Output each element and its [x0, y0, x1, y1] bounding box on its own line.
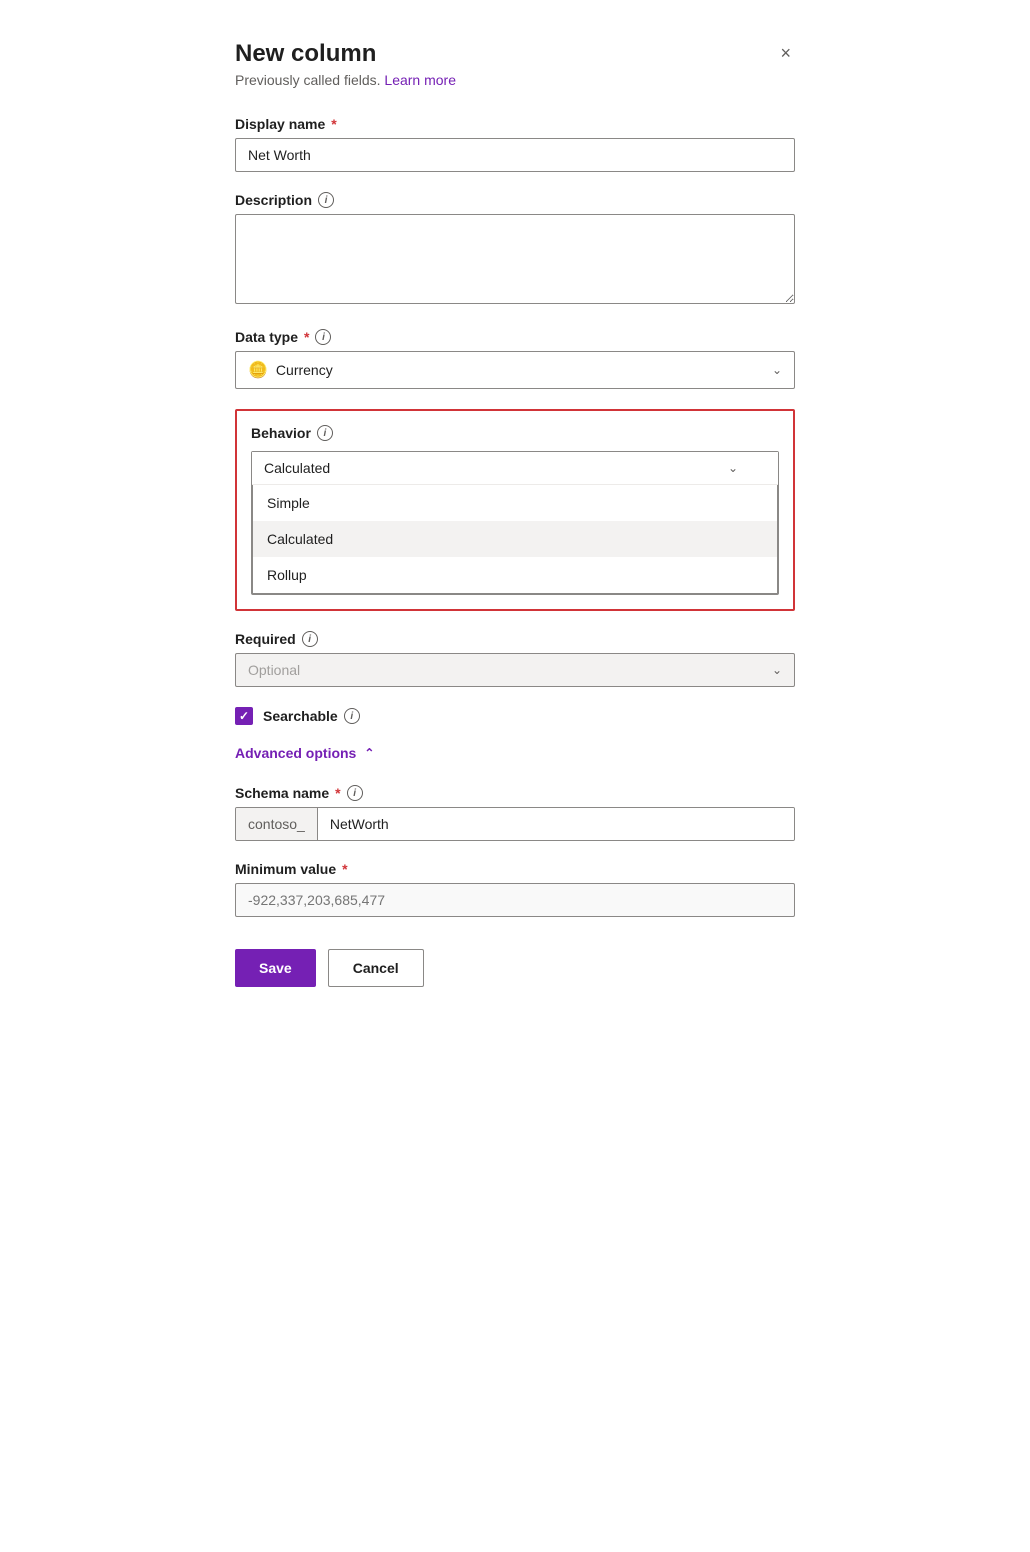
behavior-options-list: Simple Calculated Rollup: [252, 485, 778, 594]
required-label: Required i: [235, 631, 795, 647]
advanced-options-toggle[interactable]: Advanced options ⌃: [235, 745, 374, 761]
behavior-selected-display[interactable]: Calculated ⌄: [252, 452, 778, 485]
schema-prefix: contoso_: [236, 808, 318, 840]
schema-name-input[interactable]: [318, 808, 794, 840]
learn-more-link[interactable]: Learn more: [384, 72, 456, 88]
description-input[interactable]: [235, 214, 795, 304]
data-type-chevron: ⌄: [772, 363, 782, 377]
searchable-group: ✓ Searchable i: [235, 707, 795, 725]
schema-input-group: contoso_: [235, 807, 795, 841]
behavior-label: Behavior i: [251, 425, 779, 441]
display-name-label: Display name *: [235, 116, 795, 132]
required-info-icon: i: [302, 631, 318, 647]
minimum-value-input[interactable]: [235, 883, 795, 917]
data-type-select[interactable]: 🪙 Currency ⌄: [235, 351, 795, 389]
data-type-group: Data type * i 🪙 Currency ⌄: [235, 329, 795, 389]
minimum-value-label: Minimum value *: [235, 861, 795, 877]
searchable-label: Searchable i: [263, 708, 360, 724]
behavior-chevron: ⌄: [728, 461, 738, 475]
description-label: Description i: [235, 192, 795, 208]
panel-subtitle: Previously called fields. Learn more: [235, 72, 795, 88]
behavior-info-icon: i: [317, 425, 333, 441]
behavior-dropdown[interactable]: Calculated ⌄ Simple Calculated Rollup: [251, 451, 779, 595]
new-column-panel: New column × Previously called fields. L…: [235, 40, 795, 1512]
minimum-value-group: Minimum value *: [235, 861, 795, 917]
data-type-label: Data type * i: [235, 329, 795, 345]
behavior-section: Behavior i Calculated ⌄ Simple Calculate…: [235, 409, 795, 611]
currency-icon: 🪙: [248, 360, 268, 380]
behavior-option-calculated[interactable]: Calculated: [253, 521, 777, 557]
panel-header: New column ×: [235, 40, 795, 68]
searchable-info-icon: i: [344, 708, 360, 724]
cancel-button[interactable]: Cancel: [328, 949, 424, 987]
advanced-options-chevron: ⌃: [364, 746, 374, 760]
schema-name-group: Schema name * i contoso_: [235, 785, 795, 841]
checkmark-icon: ✓: [239, 709, 249, 723]
display-name-group: Display name *: [235, 116, 795, 172]
description-info-icon: i: [318, 192, 334, 208]
save-button[interactable]: Save: [235, 949, 316, 987]
required-chevron: ⌄: [772, 663, 782, 677]
required-select[interactable]: Optional ⌄: [235, 653, 795, 687]
footer-buttons: Save Cancel: [235, 949, 795, 987]
schema-name-label: Schema name * i: [235, 785, 795, 801]
close-button[interactable]: ×: [776, 40, 795, 66]
description-group: Description i: [235, 192, 795, 309]
required-star-datatype: *: [304, 329, 309, 345]
required-group: Required i Optional ⌄: [235, 631, 795, 687]
data-type-info-icon: i: [315, 329, 331, 345]
required-star-min: *: [342, 861, 347, 877]
panel-title: New column: [235, 40, 376, 68]
display-name-input[interactable]: [235, 138, 795, 172]
behavior-option-rollup[interactable]: Rollup: [253, 557, 777, 593]
behavior-option-simple[interactable]: Simple: [253, 485, 777, 521]
required-star: *: [331, 116, 336, 132]
schema-name-info-icon: i: [347, 785, 363, 801]
required-star-schema: *: [335, 785, 340, 801]
searchable-checkbox[interactable]: ✓: [235, 707, 253, 725]
